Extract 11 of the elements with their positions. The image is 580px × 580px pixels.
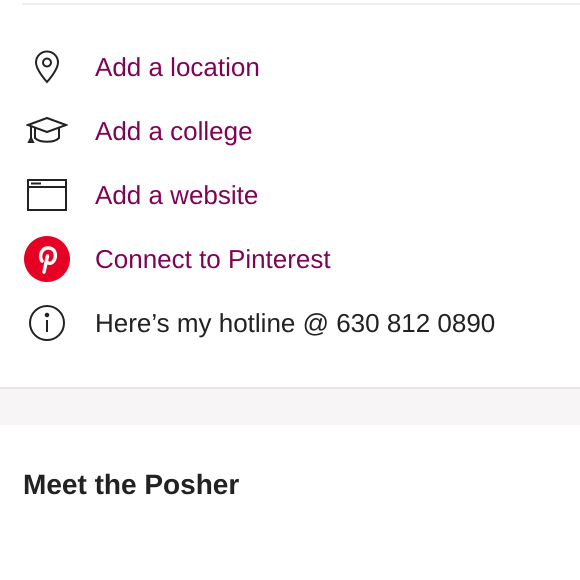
info-icon bbox=[28, 304, 66, 342]
location-pin-icon bbox=[34, 50, 60, 84]
browser-window-icon bbox=[26, 179, 66, 211]
profile-link[interactable]: Add a website bbox=[95, 179, 258, 211]
pinterest-logo-icon bbox=[24, 236, 70, 282]
section-heading: Meet the Posher bbox=[23, 468, 240, 502]
profile-text: Here’s my hotline @ 630 812 0890 bbox=[95, 307, 496, 339]
graduation-cap-icon bbox=[26, 116, 68, 146]
profile-link[interactable]: Add a college bbox=[95, 115, 253, 147]
profile-link[interactable]: Add a location bbox=[95, 51, 260, 83]
profile-link[interactable]: Connect to Pinterest bbox=[95, 243, 331, 275]
